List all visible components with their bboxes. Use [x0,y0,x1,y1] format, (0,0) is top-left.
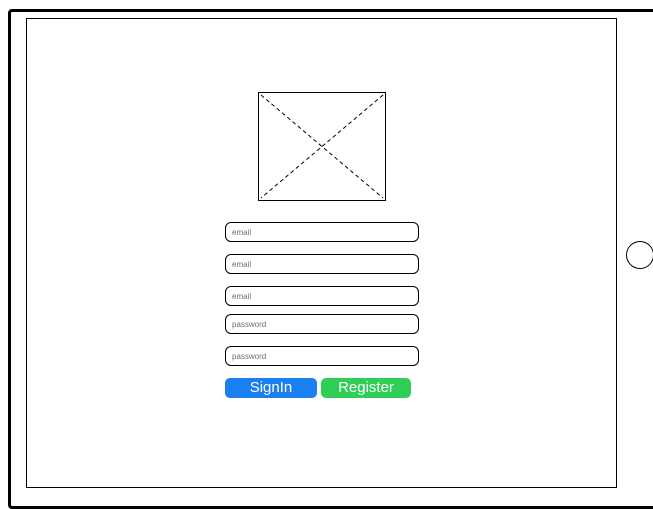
image-placeholder-icon [258,92,386,201]
email-field-1[interactable] [225,222,419,242]
home-button[interactable] [626,241,653,269]
signin-button[interactable]: SignIn [225,378,317,398]
password-field-1[interactable] [225,314,419,334]
tablet-screen [26,18,617,488]
email-field-2[interactable] [225,254,419,274]
email-field-3[interactable] [225,286,419,306]
register-button[interactable]: Register [321,378,411,398]
password-field-2[interactable] [225,346,419,366]
